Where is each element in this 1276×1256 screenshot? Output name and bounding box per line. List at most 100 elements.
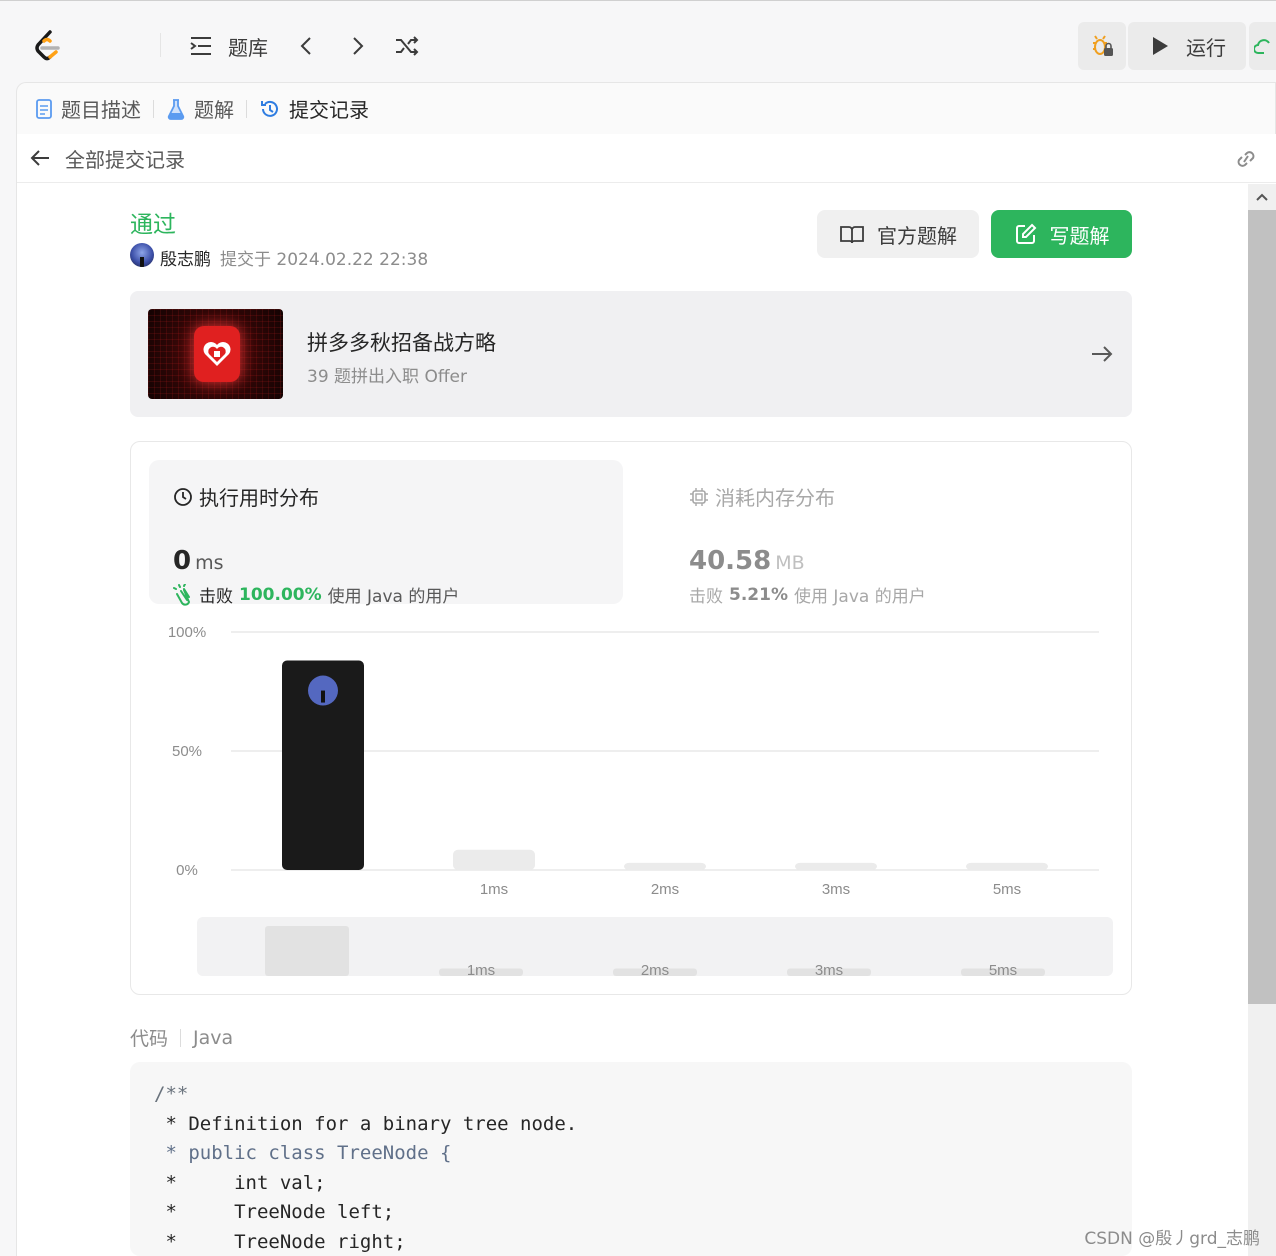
- code-line: * TreeNode left;: [154, 1201, 395, 1223]
- tab-solutions-label: 题解: [194, 98, 234, 122]
- overview-tick-label: 3ms: [815, 962, 843, 979]
- runtime-card[interactable]: 执行用时分布 0 ms 击败 100.00% 使用 Java 的用户: [149, 460, 623, 607]
- back-label[interactable]: 全部提交记录: [65, 144, 185, 173]
- arrow-left-icon[interactable]: [29, 147, 51, 169]
- bar-avatar-figure: [321, 690, 325, 703]
- scroll-up-arrow-icon[interactable]: [1248, 186, 1276, 208]
- watermark: CSDN @殷丿grd_志鹏: [1084, 1229, 1260, 1249]
- x-tick-label: 3ms: [822, 881, 850, 898]
- chart-bar: [795, 862, 877, 870]
- chart-bar: [453, 849, 535, 870]
- top-toolbar: 题库 运行: [0, 0, 1276, 82]
- random-problem-button[interactable]: [394, 29, 420, 63]
- runtime-title: 执行用时分布: [173, 482, 319, 511]
- tab-description[interactable]: 题目描述: [35, 94, 141, 123]
- scrollbar[interactable]: [1248, 184, 1276, 1256]
- pinduoduo-logo-icon: [194, 326, 240, 382]
- tab-solutions[interactable]: 题解: [166, 94, 234, 123]
- chip-icon: [690, 487, 708, 506]
- link-icon[interactable]: [1233, 148, 1259, 170]
- clock-icon: [174, 487, 192, 506]
- memory-beats-suffix: 使用 Java 的用户: [793, 587, 926, 607]
- performance-stats: 执行用时分布 0 ms 击败 100.00% 使用 Java 的用户 消耗内存分布…: [130, 441, 1132, 995]
- code-title: 代码: [130, 1028, 169, 1050]
- code-line: /**: [154, 1083, 189, 1105]
- submit-button[interactable]: [1249, 22, 1276, 70]
- x-tick-label: 5ms: [993, 881, 1021, 898]
- write-solution-label: 写题解: [1049, 223, 1110, 248]
- tab-submissions[interactable]: 提交记录: [259, 94, 369, 123]
- overview-bar: [265, 926, 349, 976]
- run-label: 运行: [1186, 35, 1226, 60]
- tab-submissions-label: 提交记录: [289, 98, 369, 122]
- document-icon: [36, 98, 52, 119]
- promo-banner[interactable]: 拼多多秋招备战方略 39 题拼出入职 Offer: [130, 291, 1132, 417]
- code-language: Java: [193, 1026, 234, 1049]
- code-block[interactable]: /** * Definition for a binary tree node.…: [130, 1062, 1132, 1256]
- code-line: * int val;: [154, 1171, 326, 1194]
- book-icon: [840, 226, 864, 244]
- problem-list-label: 题库: [228, 35, 268, 60]
- promo-subtitle: 39 题拼出入职 Offer: [307, 367, 467, 387]
- runtime-distribution-chart[interactable]: 0% 50% 100% 1ms 2ms 3ms 5ms 1ms 2ms 3ms 5ms: [131, 612, 1131, 992]
- next-problem-button[interactable]: [346, 29, 368, 63]
- promo-title: 拼多多秋招备战方略: [307, 331, 496, 355]
- code-label: 代码 Java: [130, 1024, 233, 1051]
- memory-value: 40.58 MB: [689, 546, 805, 576]
- code-line: * Definition for a binary tree node.: [154, 1112, 578, 1135]
- runtime-beats: 击败 100.00% 使用 Java 的用户: [173, 582, 459, 607]
- chevron-left-icon: [300, 37, 311, 55]
- runtime-beats-pct: 100.00%: [239, 584, 322, 605]
- runtime-beats-suffix: 使用 Java 的用户: [327, 587, 460, 607]
- runtime-number: 0: [173, 546, 192, 576]
- code-line: * TreeNode right;: [154, 1230, 406, 1253]
- promo-image: [148, 309, 283, 399]
- author-name[interactable]: 殷志鹏: [160, 245, 211, 270]
- flask-icon: [167, 98, 185, 120]
- memory-title: 消耗内存分布: [689, 482, 835, 511]
- memory-beats: 击败 5.21% 使用 Java 的用户: [689, 582, 926, 608]
- toolbar-divider: [160, 33, 161, 57]
- avatar[interactable]: [130, 243, 154, 267]
- scroll-thumb[interactable]: [1248, 210, 1276, 1004]
- chevron-right-icon: [353, 37, 364, 55]
- chart-bar: [966, 862, 1048, 870]
- clap-hands-icon: [173, 583, 191, 606]
- memory-beats-prefix: 击败: [689, 587, 723, 607]
- memory-number: 40.58: [689, 546, 772, 576]
- debug-button[interactable]: [1078, 22, 1126, 70]
- panel-tabs: 题目描述 题解 提交记录: [16, 82, 1276, 134]
- tab-divider: [246, 99, 247, 118]
- cloud-icon: [1253, 39, 1270, 54]
- x-tick-label: 2ms: [651, 881, 679, 898]
- y-tick-label: 0%: [176, 862, 198, 879]
- back-to-submissions[interactable]: 全部提交记录: [17, 134, 1276, 183]
- memory-beats-pct: 5.21%: [729, 584, 788, 605]
- overview-tick-label: 2ms: [641, 962, 669, 979]
- history-icon: [261, 100, 278, 117]
- shuffle-icon: [396, 36, 419, 56]
- y-tick-label: 100%: [168, 624, 206, 641]
- debug-bug-icon: [1093, 35, 1113, 56]
- edit-icon: [1015, 223, 1036, 244]
- write-solution-button[interactable]: 写题解: [991, 210, 1132, 258]
- run-button[interactable]: 运行: [1128, 22, 1246, 70]
- memory-card[interactable]: 消耗内存分布 40.58 MB 击败 5.21% 使用 Java 的用户: [665, 460, 1115, 608]
- tab-description-label: 题目描述: [61, 98, 141, 122]
- memory-title-label: 消耗内存分布: [715, 486, 835, 510]
- code-line: * public class TreeNode {: [154, 1142, 452, 1164]
- problem-list-button[interactable]: 题库: [188, 29, 268, 63]
- runtime-value: 0 ms: [173, 546, 224, 576]
- leetcode-logo-icon[interactable]: [32, 29, 64, 63]
- play-icon: [1153, 37, 1168, 55]
- chart-bar: [624, 862, 706, 870]
- runtime-title-label: 执行用时分布: [199, 486, 319, 510]
- tab-divider: [153, 99, 154, 118]
- official-solution-label: 官方题解: [877, 223, 957, 248]
- arrow-right-icon[interactable]: [1090, 342, 1114, 366]
- runtime-unit: ms: [195, 552, 224, 574]
- prev-problem-button[interactable]: [296, 29, 318, 63]
- submitted-time: 提交于 2024.02.22 22:38: [220, 250, 429, 270]
- official-solution-button[interactable]: 官方题解: [817, 210, 979, 258]
- memory-unit: MB: [775, 552, 805, 574]
